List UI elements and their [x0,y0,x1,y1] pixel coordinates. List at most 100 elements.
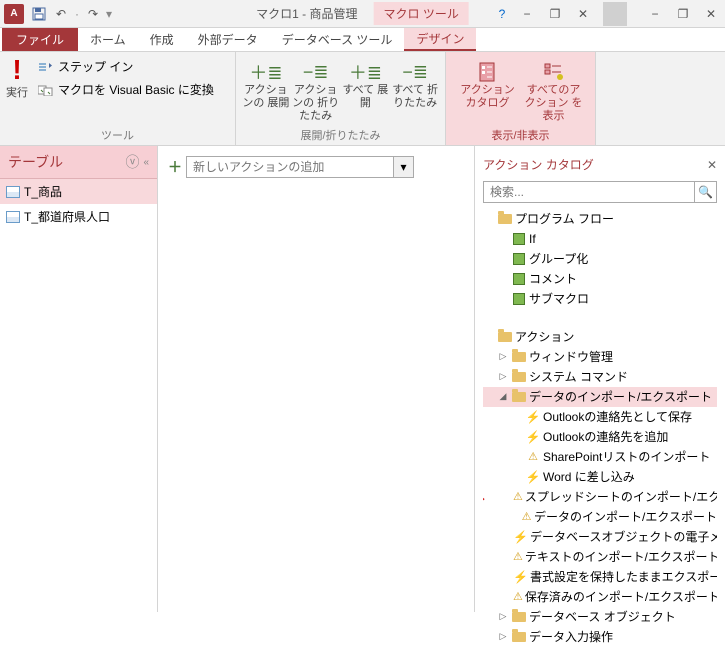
expand-actions-label: アクションの 展開 [242,84,290,110]
twisty-icon[interactable]: ▷ [497,630,509,644]
vb-icon [38,83,54,97]
tree-icon [511,372,527,382]
step-in-icon [38,60,54,74]
tree-node[interactable]: ⚠保存済みのインポート/エクスポート操作 [483,587,717,607]
tree-node[interactable]: サブマクロ [483,289,717,309]
nav-item-t-todofuken[interactable]: T_都道府県人口 [0,204,157,229]
tree-node[interactable]: アクション [483,327,717,347]
tree-node[interactable]: ▷ウィンドウ管理 [483,347,717,367]
twisty-icon[interactable]: ◢ [497,390,509,404]
step-in-button[interactable]: ステップ イン [36,58,214,75]
tree-label: データベースオブジェクトの電子メール送 [530,528,717,546]
window-minimize-icon[interactable]: − [641,3,669,25]
tab-home[interactable]: ホーム [78,27,138,51]
tree-node[interactable]: ⚡書式設定を保持したままエクスポート [483,567,717,587]
twisty-icon[interactable]: ▷ [497,370,509,384]
ribbon-close-icon[interactable]: ✕ [569,3,597,25]
tree-node[interactable]: ◢ データのインポート/エクスポート [483,387,717,407]
show-all-icon [543,60,565,84]
window-restore-icon[interactable]: ❐ [669,3,697,25]
twisty-icon[interactable]: ▷ [497,350,509,364]
add-action-input[interactable] [187,157,393,177]
tree-icon [511,632,527,642]
action-catalog-label: アクション カタログ [456,84,520,110]
tree-node[interactable]: ▷データベース オブジェクト [483,607,717,627]
tree-node[interactable]: If [483,229,717,249]
undo-icon[interactable]: ↶ [50,3,72,25]
tree-icon: ⚡ [525,408,541,426]
tab-design[interactable]: デザイン [404,27,476,51]
catalog-close-icon[interactable]: ✕ [707,158,717,172]
tree-icon: ⚠ [513,589,523,606]
tree-icon [511,612,527,622]
add-action-combo[interactable]: ▾ [186,156,414,178]
tree-node[interactable]: ⚠テキストのインポート/エクスポート [483,547,717,567]
nav-collapse-icon[interactable]: « [143,157,149,168]
tree-node[interactable]: →⚠スプレッドシートのインポート/エクスポート [483,487,717,507]
tree-node[interactable]: プログラム フロー [483,209,717,229]
nav-header[interactable]: テーブル ⓥ « [0,146,157,179]
nav-item-label: T_都道府県人口 [24,208,110,225]
redo-icon[interactable]: ↷ [82,3,104,25]
group-tools: ! 実行 ステップ イン マクロを Visual Basic に変換 ツール [0,52,236,145]
convert-vb-button[interactable]: マクロを Visual Basic に変換 [36,81,214,98]
tree-icon [511,253,527,265]
context-tab-group-label: マクロ ツール [374,2,469,25]
tree-label: Outlookの連絡先を追加 [543,428,668,446]
catalog-search[interactable]: 🔍 [483,181,717,203]
tree-icon [511,352,527,362]
run-icon: ! [8,56,25,84]
nav-filter-icon[interactable]: ⓥ [125,152,139,172]
tree-node[interactable]: ▷ データ入力操作 [483,627,717,647]
tree-label: アクション [515,328,574,346]
window-close-icon[interactable]: ✕ [697,3,725,25]
tab-file[interactable]: ファイル [2,27,78,51]
ribbon-restore-icon[interactable]: ❐ [541,3,569,25]
qat-dropdown-icon[interactable]: ▾ [104,3,114,25]
tree-node[interactable]: ⚠データのインポート/エクスポート [483,507,717,527]
tree-icon [511,233,527,245]
tree-label: プログラム フロー [515,210,614,228]
tree-node[interactable]: ⚡Outlookの連絡先を追加 [483,427,717,447]
tab-database-tools[interactable]: データベース ツール [270,27,405,51]
tree-icon: ⚠ [513,549,523,566]
tree-label: Word に差し込み [543,468,635,486]
tree-label: If [529,230,536,248]
search-icon[interactable]: 🔍 [694,182,716,202]
tree-node[interactable]: ▷ システム コマンド [483,367,717,387]
save-icon[interactable] [28,3,50,25]
tree-label: 保存済みのインポート/エクスポート操作 [525,588,717,606]
tree-icon [511,293,527,305]
tree-icon: ⚡ [513,568,528,586]
tree-label: システム コマンド [529,368,628,386]
twisty-icon[interactable]: ▷ [497,610,509,624]
catalog-search-input[interactable] [484,182,694,202]
tab-external-data[interactable]: 外部データ [186,27,270,51]
ribbon-minimize-icon[interactable]: − [513,3,541,25]
action-catalog-pane: アクション カタログ ✕ 🔍 プログラム フローIfグループ化コメントサブマクロ… [475,146,725,612]
run-button[interactable]: ! 実行 [6,56,28,100]
tree-icon: ⚠ [521,509,532,526]
tree-node[interactable]: ⚡データベースオブジェクトの電子メール送 [483,527,717,547]
tree-label: データのインポート/エクスポート [529,388,712,406]
combo-dropdown-icon[interactable]: ▾ [393,157,413,177]
tree-label: コメント [529,270,577,288]
tree-icon [511,392,527,402]
tree-node[interactable]: ⚠SharePointリストのインポート [483,447,717,467]
tab-create[interactable]: 作成 [138,27,186,51]
help-icon[interactable]: ? [491,7,513,21]
tree-label: データ入力操作 [529,628,613,646]
nav-header-label: テーブル [8,152,63,172]
tree-node[interactable]: ⚡Outlookの連絡先として保存 [483,407,717,427]
nav-item-t-shohin[interactable]: T_商品 [0,179,157,204]
macro-design-area: ＋ ▾ [158,146,475,612]
table-icon [6,186,20,198]
tree-node[interactable]: ⚡Word に差し込み [483,467,717,487]
expand-all-label: すべて 展開 [342,84,390,110]
table-icon [6,211,20,223]
tree-node[interactable]: コメント [483,269,717,289]
tree-icon: ⚡ [513,528,528,546]
avatar[interactable] [603,2,627,26]
tree-icon: ⚠ [525,449,541,466]
tree-node[interactable]: グループ化 [483,249,717,269]
